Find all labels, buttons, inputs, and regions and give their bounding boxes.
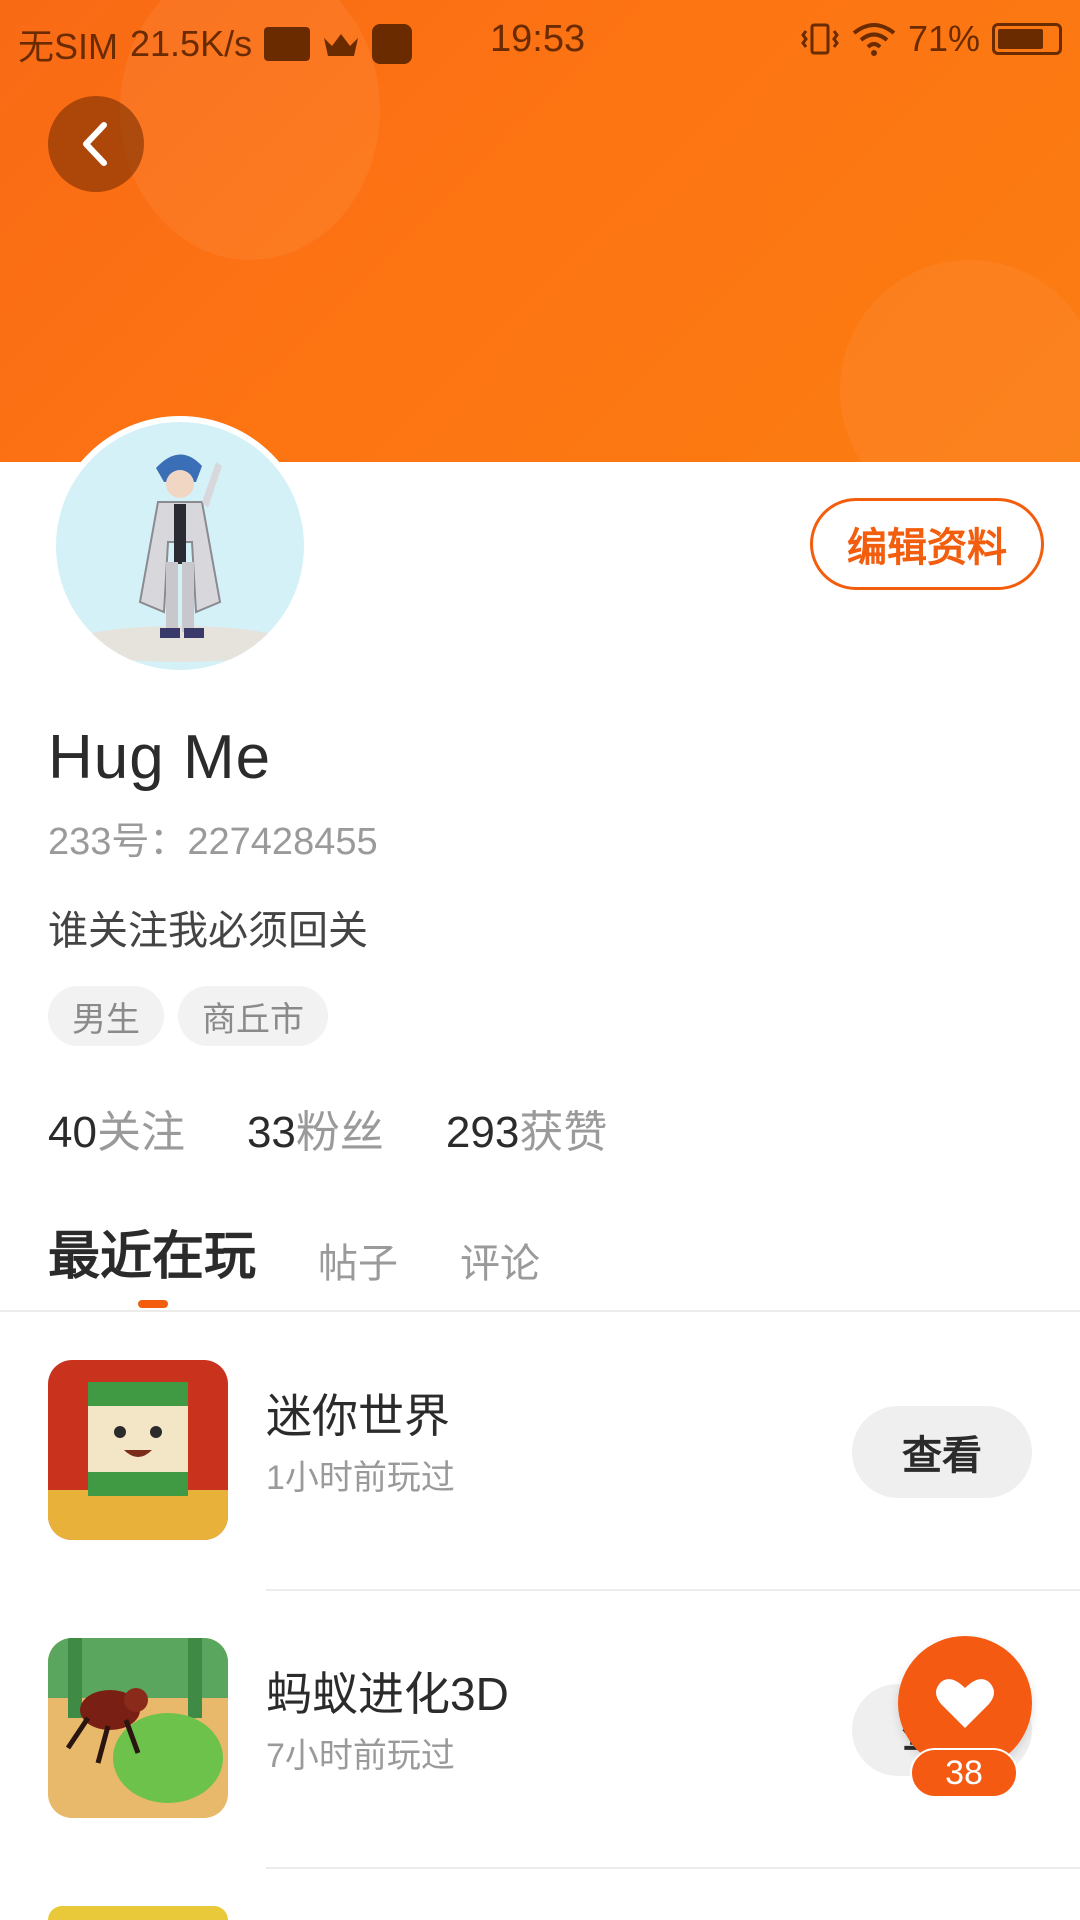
vibrate-icon — [801, 23, 839, 55]
game-title: 迷你世界 — [266, 1390, 450, 1442]
app-notification-icon — [372, 24, 413, 64]
profile-tags: 男生 商丘市 — [48, 986, 328, 1046]
tab-posts[interactable]: 帖子 — [318, 1231, 398, 1289]
view-button[interactable]: 查看 — [852, 1406, 1032, 1498]
crown-icon — [324, 34, 359, 56]
profile-uid: 233号：227428455 — [48, 821, 378, 863]
stat-number: 293 — [445, 1108, 520, 1157]
back-button[interactable] — [48, 96, 144, 192]
wifi-icon — [852, 23, 896, 56]
list-item[interactable]: 迷你世界 1小时前玩过 查看 — [0, 1312, 1080, 1590]
profile-bio: 谁关注我必须回关 — [48, 909, 368, 953]
stat-label: 粉丝 — [295, 1108, 384, 1157]
divider — [266, 1867, 1080, 1869]
game-last-played: 7小时前玩过 — [266, 1737, 455, 1775]
tab-comments[interactable]: 评论 — [460, 1231, 540, 1289]
stat-number: 33 — [246, 1108, 296, 1157]
active-tab-indicator — [138, 1300, 168, 1308]
battery-percent: 71% — [907, 18, 980, 59]
chevron-left-icon — [83, 122, 107, 166]
clock: 19:53 — [490, 18, 586, 60]
book-icon — [264, 27, 311, 61]
game-title: 蚂蚁进化3D — [266, 1668, 509, 1720]
game-icon — [48, 1638, 228, 1818]
profile-tabs: 最近在玩 帖子 评论 — [48, 1214, 540, 1289]
edit-profile-button[interactable]: 编辑资料 — [810, 498, 1044, 590]
banner-decoration — [840, 260, 1080, 462]
avatar-image — [56, 422, 304, 670]
game-icon — [48, 1360, 228, 1540]
stat-number: 40 — [48, 1108, 97, 1157]
profile-name: Hug Me — [48, 723, 272, 792]
like-count-badge: 38 — [910, 1748, 1018, 1798]
followers-stat[interactable]: 33粉丝 — [247, 1096, 384, 1160]
stat-label: 关注 — [96, 1108, 185, 1157]
avatar[interactable] — [50, 416, 310, 676]
stat-label: 获赞 — [519, 1108, 608, 1157]
likes-stat[interactable]: 293获赞 — [446, 1096, 607, 1160]
heart-icon — [936, 1679, 994, 1728]
gender-tag: 男生 — [48, 986, 164, 1046]
city-tag: 商丘市 — [178, 986, 328, 1046]
tab-recently-played[interactable]: 最近在玩 — [48, 1214, 256, 1289]
profile-stats: 40关注 33粉丝 293获赞 — [48, 1096, 607, 1160]
game-last-played: 1小时前玩过 — [266, 1459, 455, 1497]
game-icon — [48, 1906, 228, 1920]
status-bar: 无SIM 21.5K/s 19:53 71% — [0, 0, 1080, 76]
following-stat[interactable]: 40关注 — [48, 1096, 185, 1160]
battery-icon — [992, 23, 1062, 55]
network-speed: 21.5K/s — [130, 23, 253, 64]
carrier-text: 无SIM — [18, 26, 119, 67]
